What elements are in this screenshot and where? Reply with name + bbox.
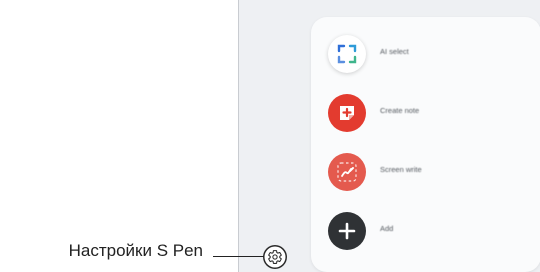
screen-write-icon xyxy=(328,153,366,191)
menu-item-add[interactable]: Add xyxy=(328,212,528,252)
callout-leader-line xyxy=(213,256,264,257)
menu-item-label: Create note xyxy=(380,106,420,115)
ai-select-icon xyxy=(328,35,366,73)
gear-icon xyxy=(268,250,282,264)
menu-item-label: AI select xyxy=(380,47,409,56)
menu-item-label: Add xyxy=(380,224,394,233)
menu-item-ai-select[interactable]: AI select xyxy=(328,35,528,75)
menu-item-label: Screen write xyxy=(380,165,422,174)
menu-item-create-note[interactable]: Create note xyxy=(328,94,528,134)
menu-item-screen-write[interactable]: Screen write xyxy=(328,153,528,193)
s-pen-settings-button[interactable] xyxy=(263,245,287,269)
s-pen-settings-callout: Настройки S Pen xyxy=(68,241,203,260)
phone-screen: AI select Create note Screen write Add xyxy=(238,0,540,272)
air-command-panel: AI select Create note Screen write Add xyxy=(311,17,540,272)
create-note-icon xyxy=(328,94,366,132)
add-icon xyxy=(328,212,366,250)
